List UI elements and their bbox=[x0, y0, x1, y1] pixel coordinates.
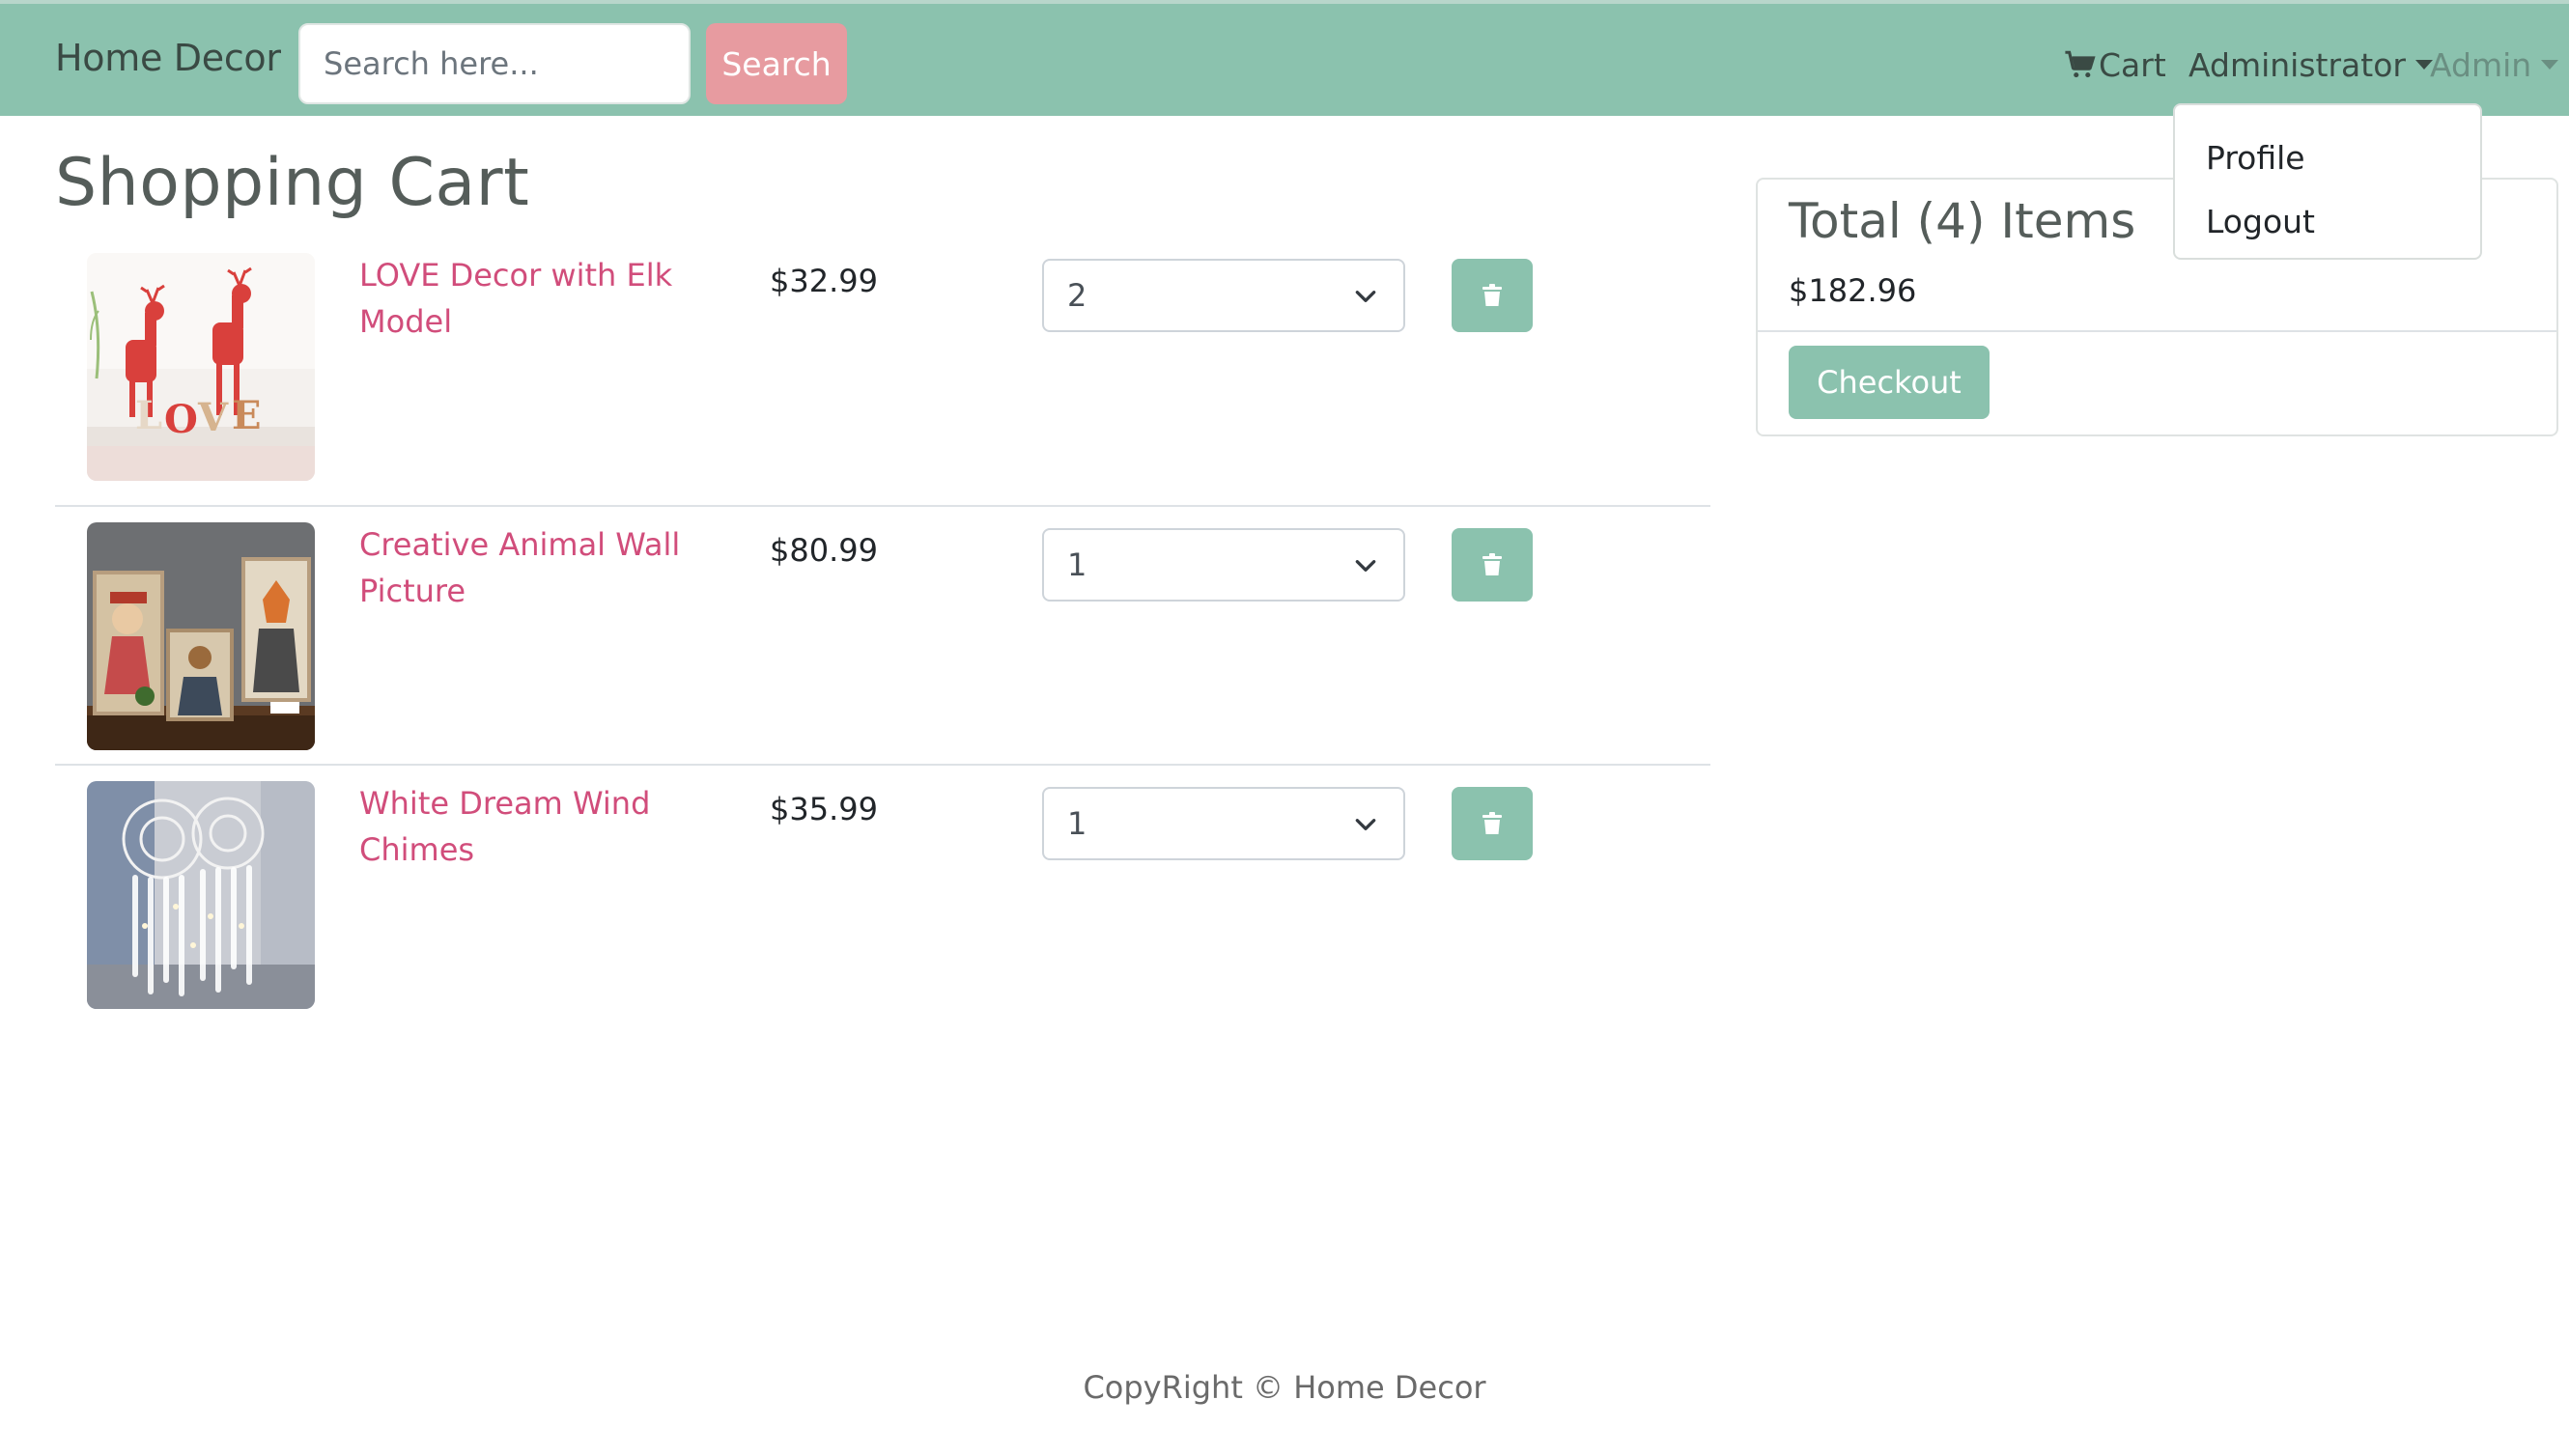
svg-text:E: E bbox=[232, 393, 262, 438]
brand-logo[interactable]: Home Decor bbox=[55, 37, 281, 79]
product-price: $32.99 bbox=[770, 263, 878, 299]
product-name-link[interactable]: LOVE Decor with Elk Model bbox=[359, 252, 746, 345]
caret-down-icon bbox=[2541, 60, 2559, 70]
product-image[interactable] bbox=[87, 522, 315, 750]
quantity-select[interactable]: 1 bbox=[1042, 528, 1405, 602]
remove-item-button[interactable] bbox=[1452, 787, 1533, 860]
trash-icon bbox=[1482, 284, 1502, 306]
cart-label: Cart bbox=[2099, 45, 2166, 84]
product-image[interactable]: L O V E bbox=[87, 253, 315, 481]
product-name-link[interactable]: Creative Animal Wall Picture bbox=[359, 521, 746, 614]
cart-row: L O V E LOVE Decor with Elk Model $32.99… bbox=[55, 246, 1710, 505]
chevron-down-icon bbox=[1355, 819, 1376, 830]
nav-cart-link[interactable]: Cart bbox=[2064, 41, 2166, 89]
remove-item-button[interactable] bbox=[1452, 259, 1533, 332]
product-name-link[interactable]: White Dream Wind Chimes bbox=[359, 780, 746, 873]
quantity-select[interactable]: 1 bbox=[1042, 787, 1405, 860]
administrator-label: Administrator bbox=[2188, 45, 2406, 84]
elk-love-image: L O V E bbox=[87, 253, 315, 481]
dropdown-item-logout[interactable]: Logout bbox=[2175, 190, 2480, 254]
footer-copyright: CopyRight © Home Decor bbox=[1083, 1369, 1486, 1406]
svg-text:O: O bbox=[164, 397, 198, 442]
animal-wall-picture-image bbox=[87, 522, 315, 750]
user-dropdown-menu: Profile Logout bbox=[2173, 103, 2482, 260]
cart-row: Creative Animal Wall Picture $80.99 1 bbox=[55, 505, 1710, 764]
navbar: Home Decor Search Cart Administrator Adm… bbox=[0, 0, 2569, 116]
trash-icon bbox=[1482, 812, 1502, 834]
product-image[interactable] bbox=[87, 781, 315, 1009]
admin-dropdown-toggle[interactable]: Admin bbox=[2430, 41, 2559, 89]
chevron-down-icon bbox=[1355, 560, 1376, 572]
remove-item-button[interactable] bbox=[1452, 528, 1533, 602]
search-button[interactable]: Search bbox=[706, 23, 847, 104]
svg-text:L: L bbox=[135, 393, 162, 438]
summary-total-price: $182.96 bbox=[1789, 272, 1917, 309]
checkout-button[interactable]: Checkout bbox=[1789, 346, 1990, 419]
product-price: $35.99 bbox=[770, 791, 878, 827]
administrator-dropdown-toggle[interactable]: Administrator bbox=[2188, 41, 2433, 89]
quantity-value: 2 bbox=[1067, 277, 1087, 314]
summary-divider bbox=[1758, 330, 2556, 332]
product-price: $80.99 bbox=[770, 532, 878, 569]
search-input[interactable] bbox=[298, 23, 691, 104]
svg-text:V: V bbox=[197, 395, 229, 440]
quantity-value: 1 bbox=[1067, 805, 1087, 842]
cart-list: L O V E LOVE Decor with Elk Model $32.99… bbox=[55, 246, 1710, 1022]
wind-chimes-image bbox=[87, 781, 315, 1009]
quantity-select[interactable]: 2 bbox=[1042, 259, 1405, 332]
chevron-down-icon bbox=[1355, 291, 1376, 302]
page-title: Shopping Cart bbox=[55, 145, 530, 221]
trash-icon bbox=[1482, 553, 1502, 575]
admin-label: Admin bbox=[2430, 45, 2532, 84]
cart-row: White Dream Wind Chimes $35.99 1 bbox=[55, 764, 1710, 1022]
summary-title: Total (4) Items bbox=[1789, 193, 2136, 249]
dropdown-item-profile[interactable]: Profile bbox=[2175, 126, 2480, 190]
quantity-value: 1 bbox=[1067, 546, 1087, 583]
cart-icon bbox=[2065, 50, 2096, 78]
